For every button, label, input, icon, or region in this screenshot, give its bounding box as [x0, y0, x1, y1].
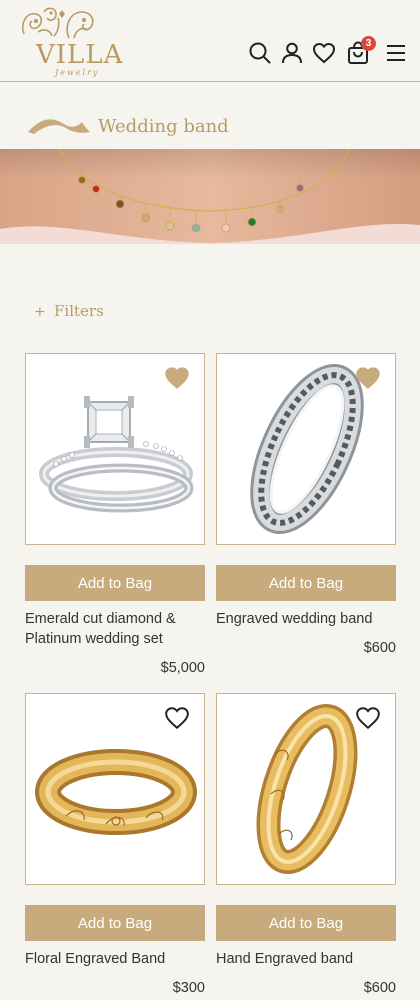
- product-price: $5,000: [160, 660, 205, 676]
- product-card: Add to Bag Floral Engraved Band $300: [25, 693, 205, 1000]
- shopping-bag-icon[interactable]: 3: [344, 36, 376, 68]
- page-title: Wedding band: [98, 116, 229, 137]
- plus-icon: +: [34, 304, 46, 320]
- product-image[interactable]: [25, 693, 205, 885]
- product-name[interactable]: Engraved wedding band: [216, 609, 396, 629]
- villa-logo[interactable]: VILLA Jewelry: [14, 4, 122, 77]
- logo-tagline: Jewelry: [55, 68, 100, 77]
- product-image[interactable]: [25, 353, 205, 545]
- menu-hamburger-icon[interactable]: [382, 38, 410, 68]
- product-card: Add to Bag Emerald cut diamond & Platinu…: [25, 353, 205, 683]
- filters-label: Filters: [54, 302, 104, 320]
- account-icon[interactable]: [278, 38, 306, 68]
- product-price: $600: [363, 980, 396, 996]
- cart-count-badge: 3: [361, 36, 376, 51]
- category-banner-image: [0, 149, 420, 244]
- favorite-heart-icon[interactable]: [355, 706, 381, 730]
- product-price: $600: [363, 640, 396, 656]
- product-price: $300: [172, 980, 205, 996]
- add-to-bag-button[interactable]: Add to Bag: [25, 905, 205, 941]
- wave-ornament-icon: [28, 119, 90, 134]
- product-name[interactable]: Floral Engraved Band: [25, 949, 205, 969]
- product-image[interactable]: [216, 693, 396, 885]
- page-title-row: Wedding band: [26, 108, 406, 144]
- product-card: Add to Bag Hand Engraved band $600: [216, 693, 396, 1000]
- favorite-heart-icon[interactable]: [355, 366, 381, 390]
- product-name[interactable]: Hand Engraved band: [216, 949, 396, 969]
- search-icon[interactable]: [246, 38, 274, 68]
- filters-toggle[interactable]: + Filters: [34, 302, 104, 324]
- add-to-bag-button[interactable]: Add to Bag: [216, 565, 396, 601]
- site-header: VILLA Jewelry 3: [0, 0, 420, 82]
- product-image[interactable]: [216, 353, 396, 545]
- logo-wordmark: VILLA: [36, 40, 124, 70]
- add-to-bag-button[interactable]: Add to Bag: [216, 905, 396, 941]
- product-name[interactable]: Emerald cut diamond & Platinum wedding s…: [25, 609, 205, 649]
- add-to-bag-button[interactable]: Add to Bag: [25, 565, 205, 601]
- favorite-heart-icon[interactable]: [164, 366, 190, 390]
- product-card: Add to Bag Engraved wedding band $600: [216, 353, 396, 683]
- wishlist-heart-icon[interactable]: [310, 38, 338, 68]
- favorite-heart-icon[interactable]: [164, 706, 190, 730]
